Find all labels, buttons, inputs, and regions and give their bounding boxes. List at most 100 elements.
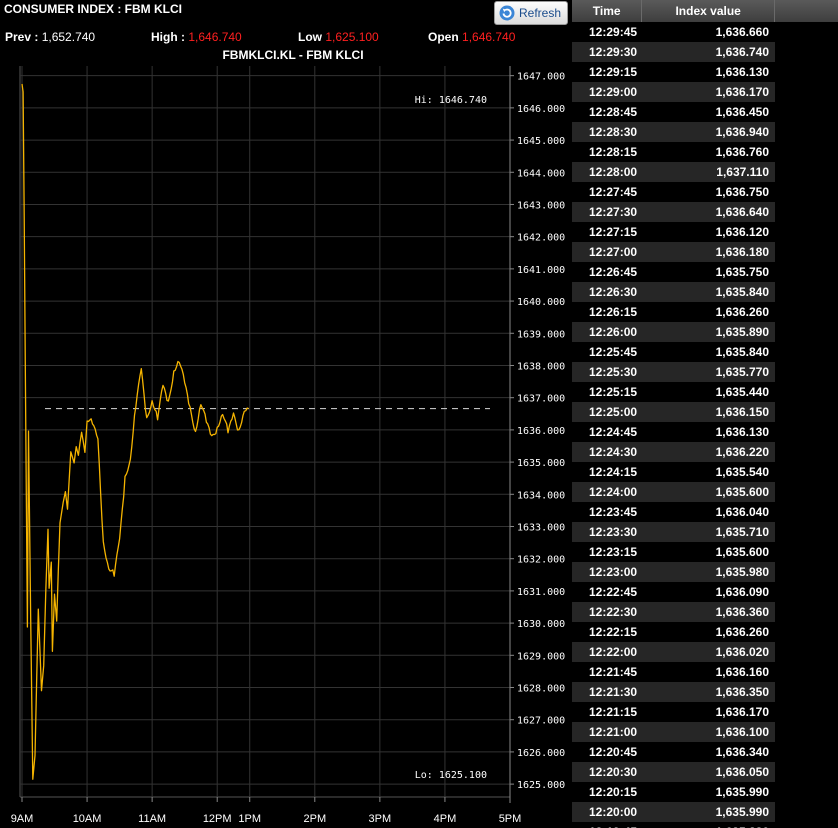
index-value-cell: 1,636.740 <box>715 45 769 59</box>
table-row: 12:20:00 1,635.990 <box>572 802 775 822</box>
y-tick-label: 1627.000 <box>517 716 565 727</box>
table-row: 12:28:45 1,636.450 <box>572 102 775 122</box>
y-tick-label: 1628.000 <box>517 684 565 695</box>
index-value-cell: 1,636.360 <box>715 605 769 619</box>
index-value-cell: 1,637.110 <box>716 165 769 179</box>
table-row: 12:26:30 1,635.840 <box>572 282 775 302</box>
table-row: 12:26:15 1,636.260 <box>572 302 775 322</box>
table-row: 12:26:00 1,635.890 <box>572 322 775 342</box>
y-tick-label: 1633.000 <box>517 522 565 533</box>
index-value-cell: 1,636.150 <box>715 405 769 419</box>
y-tick-label: 1636.000 <box>517 426 565 437</box>
page-title: CONSUMER INDEX : FBM KLCI <box>4 2 182 16</box>
y-tick-label: 1645.000 <box>517 136 565 147</box>
lo-label: Lo: 1625.100 <box>415 770 487 781</box>
y-tick-label: 1639.000 <box>517 329 565 340</box>
index-value-cell: 1,635.710 <box>715 525 769 539</box>
index-value-cell: 1,635.990 <box>715 805 769 819</box>
index-value-cell: 1,635.990 <box>715 785 769 799</box>
table-row: 12:25:00 1,636.150 <box>572 402 775 422</box>
index-value-cell: 1,636.260 <box>715 305 769 319</box>
time-cell: 12:29:30 <box>589 45 638 59</box>
x-axis: 9AM 10AM 11AM 12PM 1PM 2PM 3PM 4PM 5PM <box>11 797 521 825</box>
time-cell: 12:24:15 <box>589 465 638 479</box>
index-value-cell: 1,636.160 <box>715 665 769 679</box>
index-value-cell: 1,636.750 <box>715 185 769 199</box>
time-cell: 12:26:45 <box>589 265 638 279</box>
table-row: 12:28:30 1,636.940 <box>572 122 775 142</box>
index-value-cell: 1,636.760 <box>715 145 769 159</box>
x-tick-label: 11AM <box>138 813 166 825</box>
index-value-cell: 1,636.090 <box>715 585 769 599</box>
table-row: 12:21:00 1,636.100 <box>572 722 775 742</box>
table-row: 12:23:00 1,635.980 <box>572 562 775 582</box>
y-tick-label: 1632.000 <box>517 555 565 566</box>
y-tick-label: 1637.000 <box>517 394 565 405</box>
index-line-chart: FBMKLCI.KL - FBM KLCI 1625.0001626.00016… <box>11 48 565 825</box>
time-cell: 12:23:15 <box>589 545 638 559</box>
time-cell: 12:25:45 <box>589 345 638 359</box>
time-cell: 12:19:45 <box>572 822 642 828</box>
table-row: 12:29:00 1,636.170 <box>572 82 775 102</box>
time-cell: 12:23:30 <box>589 525 638 539</box>
table-row: 12:25:15 1,635.440 <box>572 382 775 402</box>
time-cell: 12:20:00 <box>589 805 638 819</box>
table-row: 12:24:45 1,636.130 <box>572 422 775 442</box>
time-cell: 12:27:30 <box>589 205 638 219</box>
index-value-cell: 1,635.600 <box>715 485 769 499</box>
index-value-cell: 1,636.050 <box>715 765 769 779</box>
table-row: 12:20:15 1,635.990 <box>572 782 775 802</box>
table-header: Time Index value <box>572 0 775 22</box>
time-cell: 12:26:15 <box>589 305 638 319</box>
time-cell: 12:29:45 <box>589 25 638 39</box>
x-tick-label: 2PM <box>303 813 326 825</box>
time-cell: 12:28:00 <box>589 165 638 179</box>
y-tick-label: 1642.000 <box>517 233 565 244</box>
table-row: 12:24:30 1,636.220 <box>572 442 775 462</box>
x-tick-label: 10AM <box>73 813 102 825</box>
time-cell: 12:24:30 <box>589 445 638 459</box>
table-row: 12:25:45 1,635.840 <box>572 342 775 362</box>
time-cell: 12:21:15 <box>589 705 638 719</box>
time-cell: 12:20:15 <box>589 785 638 799</box>
index-value-cell: 1,635.980 <box>715 565 769 579</box>
table-row: 12:22:00 1,636.020 <box>572 642 775 662</box>
time-cell: 12:23:00 <box>589 565 638 579</box>
index-value-cell: 1,636.170 <box>715 85 769 99</box>
table-row: 12:23:45 1,636.040 <box>572 502 775 522</box>
time-cell: 12:22:00 <box>589 645 638 659</box>
table-row: 12:19:451,635.880 <box>572 822 775 828</box>
x-tick-label: 9AM <box>11 813 34 825</box>
table-row: 12:27:45 1,636.750 <box>572 182 775 202</box>
table-row: 12:27:00 1,636.180 <box>572 242 775 262</box>
time-cell: 12:28:15 <box>589 145 638 159</box>
index-value-cell: 1,636.130 <box>715 425 769 439</box>
index-value-cell: 1,635.540 <box>715 465 769 479</box>
x-tick-label: 1PM <box>238 813 261 825</box>
y-axis: 1625.000 1626.000 1627.000 1628.000 1629.000… <box>509 66 565 803</box>
index-table: Time Index value 12:29:45 1,636.660 12:29:… <box>572 0 775 828</box>
index-value-cell: 1,636.350 <box>715 685 769 699</box>
refresh-button[interactable]: Refresh <box>494 1 568 25</box>
index-value-cell: 1,635.840 <box>715 285 769 299</box>
column-header-index-value: Index value <box>642 0 775 22</box>
table-row: 12:23:15 1,635.600 <box>572 542 775 562</box>
table-row: 12:23:30 1,635.710 <box>572 522 775 542</box>
table-header-filler <box>775 0 838 22</box>
time-cell: 12:26:00 <box>589 325 638 339</box>
time-cell: 12:20:30 <box>589 765 638 779</box>
index-value-cell: 1,635.440 <box>715 385 769 399</box>
time-cell: 12:22:30 <box>589 605 638 619</box>
x-tick-label: 3PM <box>369 813 392 825</box>
x-tick-label: 12PM <box>203 813 232 825</box>
time-cell: 12:25:00 <box>589 405 638 419</box>
y-tick-label: 1643.000 <box>517 200 565 211</box>
index-value-cell: 1,636.450 <box>715 105 769 119</box>
time-cell: 12:21:45 <box>589 665 638 679</box>
index-value-cell: 1,636.640 <box>715 205 769 219</box>
table-row: 12:25:30 1,635.770 <box>572 362 775 382</box>
index-value-cell: 1,635.770 <box>715 365 769 379</box>
index-value-cell: 1,636.040 <box>715 505 769 519</box>
time-cell: 12:29:00 <box>589 85 638 99</box>
y-tick-label: 1644.000 <box>517 168 565 179</box>
